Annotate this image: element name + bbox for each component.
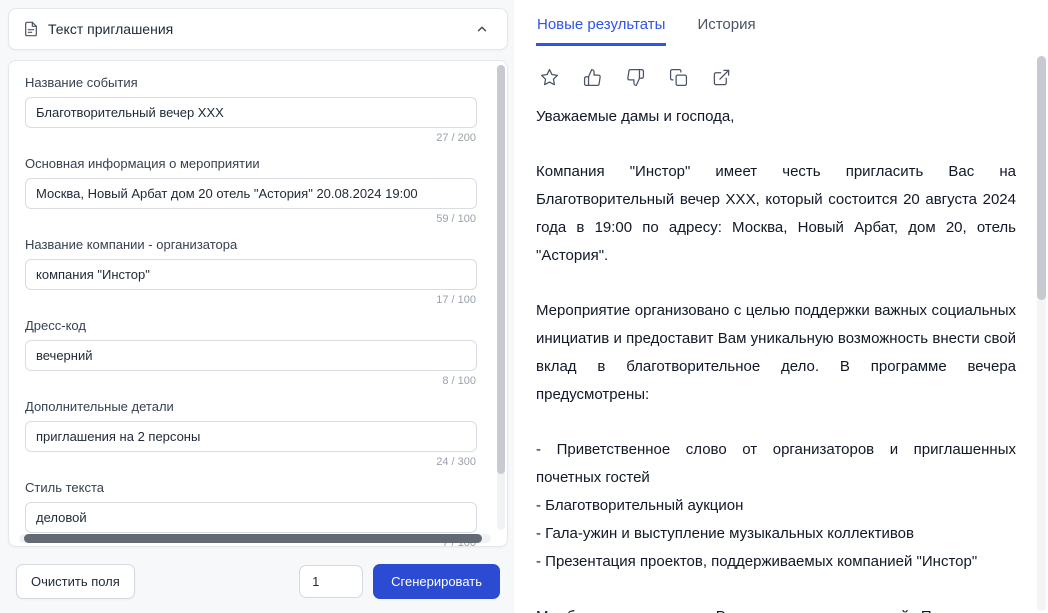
thumb-down-icon	[626, 68, 645, 87]
result-paragraph: Мы будем рады видеть Вас в числе наших г…	[536, 603, 1016, 613]
field-company-name: Название компании - организатора 17 / 10…	[25, 237, 477, 306]
export-icon	[712, 68, 731, 87]
form-vertical-scrollbar-thumb[interactable]	[497, 65, 505, 474]
copy-button[interactable]	[667, 66, 690, 89]
thumb-up-icon	[583, 68, 602, 87]
dislike-button[interactable]	[624, 66, 647, 89]
tab-new-results[interactable]: Новые результаты	[536, 12, 666, 46]
char-counter: 27 / 200	[25, 132, 476, 144]
field-label: Основная информация о мероприятии	[25, 156, 477, 171]
export-button[interactable]	[710, 66, 733, 89]
results-panel: Новые результаты История	[514, 0, 1048, 613]
collapse-panel-button[interactable]	[471, 18, 493, 40]
form-horizontal-scrollbar[interactable]	[19, 534, 491, 543]
tab-history[interactable]: История	[696, 12, 756, 46]
result-paragraph: Компания "Инстор" имеет честь пригласить…	[536, 158, 1016, 270]
form-vertical-scrollbar[interactable]	[497, 65, 505, 530]
form-scroll-area: Название события 27 / 200 Основная инфор…	[9, 61, 507, 547]
results-scrollbar-thumb[interactable]	[1037, 56, 1046, 300]
copy-icon	[669, 68, 688, 87]
form-footer: Очистить поля Сгенерировать	[8, 557, 508, 605]
event-info-input[interactable]	[25, 178, 477, 209]
panel-title: Текст приглашения	[48, 21, 173, 37]
clear-fields-button[interactable]: Очистить поля	[16, 564, 135, 599]
generate-button[interactable]: Сгенерировать	[373, 564, 500, 599]
form-card: Название события 27 / 200 Основная инфор…	[8, 60, 508, 547]
star-icon	[540, 68, 559, 87]
field-label: Название события	[25, 75, 477, 90]
dress-code-input[interactable]	[25, 340, 477, 371]
result-paragraph: Уважаемые дамы и господа,	[536, 103, 1016, 131]
like-button[interactable]	[581, 66, 604, 89]
form-horizontal-scrollbar-thumb[interactable]	[24, 534, 482, 543]
app: Текст приглашения Название события 27 / …	[0, 0, 1048, 613]
result-count-input[interactable]	[299, 565, 363, 598]
char-counter: 59 / 100	[25, 213, 476, 225]
extra-details-input[interactable]	[25, 421, 477, 452]
chevron-up-icon	[475, 22, 489, 36]
results-scrollbar[interactable]	[1037, 56, 1046, 611]
result-paragraph-list: - Приветственное слово от организаторов …	[536, 436, 1016, 576]
panel-header: Текст приглашения	[8, 8, 508, 50]
invitation-form-panel: Текст приглашения Название события 27 / …	[0, 0, 514, 613]
text-style-input[interactable]	[25, 502, 477, 533]
invitation-icon	[23, 21, 39, 37]
field-event-name: Название события 27 / 200	[25, 75, 477, 144]
company-name-input[interactable]	[25, 259, 477, 290]
result-paragraph: Мероприятие организовано с целью поддерж…	[536, 297, 1016, 409]
field-label: Дополнительные детали	[25, 399, 477, 414]
field-label: Стиль текста	[25, 480, 477, 495]
char-counter: 24 / 300	[25, 456, 476, 468]
char-counter: 8 / 100	[25, 375, 476, 387]
field-label: Дресс-код	[25, 318, 477, 333]
field-event-info: Основная информация о мероприятии 59 / 1…	[25, 156, 477, 225]
char-counter: 17 / 100	[25, 294, 476, 306]
generated-invitation-text: Уважаемые дамы и господа, Компания "Инст…	[536, 103, 1018, 613]
event-name-input[interactable]	[25, 97, 477, 128]
result-actions	[538, 66, 1018, 89]
favorite-button[interactable]	[538, 66, 561, 89]
field-label: Название компании - организатора	[25, 237, 477, 252]
results-tabs: Новые результаты История	[536, 12, 1018, 46]
field-extra-details: Дополнительные детали 24 / 300	[25, 399, 477, 468]
field-dress-code: Дресс-код 8 / 100	[25, 318, 477, 387]
